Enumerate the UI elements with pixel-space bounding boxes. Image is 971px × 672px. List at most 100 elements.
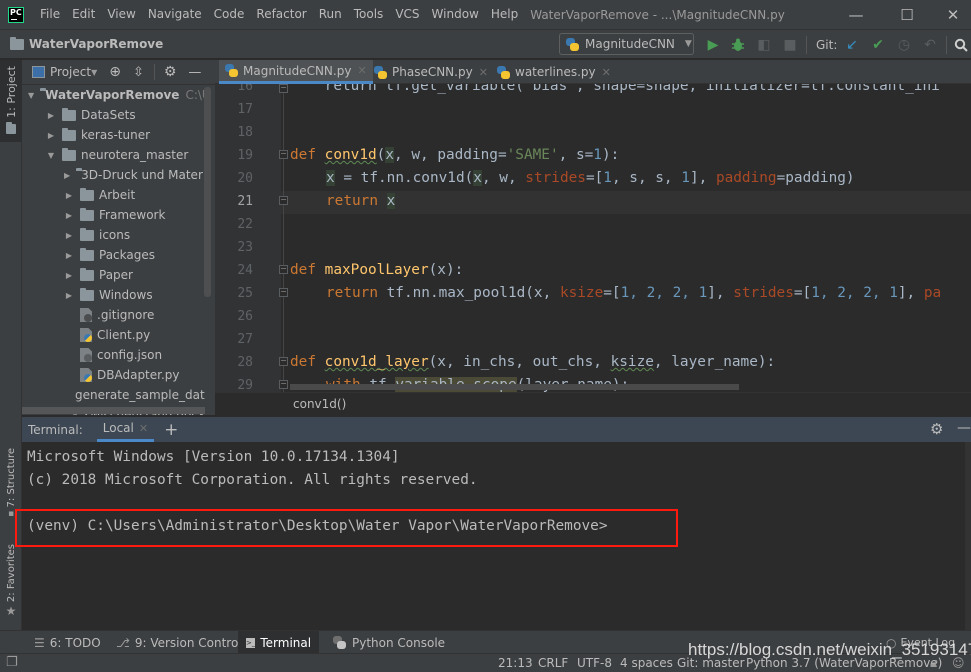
new-terminal-tab-button[interactable]: +	[164, 420, 178, 440]
header-divider	[153, 64, 155, 80]
menu-file[interactable]: File	[34, 0, 66, 29]
tree-item[interactable]: ▶ 3D-Druck und Materia	[22, 165, 205, 185]
python-file-icon	[80, 368, 92, 382]
close-tab-icon[interactable]: ✕	[139, 422, 148, 435]
stop-button[interactable]: ■	[780, 35, 800, 55]
code-editor[interactable]: 16 17 18 19 20 21 22 23 24 25 26 27 28 29 − − − − − −…	[215, 84, 971, 392]
tool-tab-todo[interactable]: ☰ 6: TODO	[26, 631, 109, 654]
tree-item[interactable]: ▶ Paper	[22, 265, 205, 285]
tree-item[interactable]: ▶ Windows	[22, 285, 205, 305]
close-tab-icon[interactable]: ✕	[479, 66, 488, 79]
menu-vcs[interactable]: VCS	[389, 0, 425, 29]
indent-setting[interactable]: 4 spaces	[620, 656, 673, 670]
tree-item[interactable]: ▼ WaterVaporRemove C:\Us	[22, 85, 205, 105]
collapse-arrow-icon[interactable]: ▶	[46, 111, 56, 120]
git-commit-button[interactable]: ✔	[868, 35, 888, 55]
fold-marker[interactable]: −	[279, 288, 288, 297]
collapse-arrow-icon[interactable]: ▶	[64, 231, 74, 240]
run-with-coverage-button[interactable]: ◧	[754, 35, 774, 55]
tree-vertical-scrollbar[interactable]	[204, 87, 211, 297]
toggle-tool-windows-icon[interactable]: ❐	[6, 655, 18, 670]
menu-refactor[interactable]: Refactor	[250, 0, 312, 29]
project-view-dropdown[interactable]: Project	[50, 65, 91, 79]
collapse-arrow-icon[interactable]: ▶	[64, 271, 74, 280]
close-tab-icon[interactable]: ✕	[357, 64, 366, 77]
code-text: =padding)	[776, 170, 855, 186]
git-rollback-button[interactable]: ↶	[920, 35, 940, 55]
tree-item[interactable]: ▼ neurotera_master	[22, 145, 205, 165]
tool-tab-project[interactable]: 1: Project	[0, 60, 22, 142]
line-separator[interactable]: CRLF	[538, 656, 568, 670]
fold-marker[interactable]: −	[279, 357, 288, 366]
tree-item[interactable]: DBAdapter.py	[22, 365, 205, 385]
fold-marker[interactable]: −	[279, 84, 288, 93]
fold-marker[interactable]: −	[279, 150, 288, 159]
tree-item[interactable]: ▶ Arbeit	[22, 185, 205, 205]
collapse-all-icon[interactable]: ⇳	[133, 65, 144, 80]
gear-icon[interactable]: ⚙	[164, 64, 177, 80]
run-button[interactable]: ▶	[703, 35, 723, 55]
tree-item[interactable]: ▶ icons	[22, 225, 205, 245]
tree-item[interactable]: generate_sample_data	[22, 385, 205, 405]
menu-edit[interactable]: Edit	[66, 0, 101, 29]
code-text: x	[385, 147, 394, 163]
close-button[interactable]: ✕	[930, 0, 971, 29]
menu-window[interactable]: Window	[426, 0, 485, 29]
tool-tab-version-control[interactable]: ⎇ 9: Version Control	[108, 631, 250, 654]
menu-view[interactable]: View	[101, 0, 141, 29]
fold-marker[interactable]: −	[279, 196, 288, 205]
locate-file-icon[interactable]: ⊕	[109, 64, 121, 80]
tree-horizontal-scrollbar[interactable]	[22, 407, 205, 414]
git-update-button[interactable]: ↙	[842, 35, 862, 55]
menu-code[interactable]: Code	[208, 0, 251, 29]
hide-panel-icon[interactable]: —	[957, 420, 971, 436]
collapse-arrow-icon[interactable]: ▶	[46, 131, 56, 140]
collapse-arrow-icon[interactable]: ▶	[64, 251, 74, 260]
tree-item[interactable]: Client.py	[22, 325, 205, 345]
menu-navigate[interactable]: Navigate	[142, 0, 208, 29]
editor-tab-phasecnn[interactable]: PhaseCNN.py ✕	[368, 60, 494, 84]
minimize-button[interactable]: —	[833, 0, 879, 29]
tree-item[interactable]: ▶ DataSets	[22, 105, 205, 125]
tree-item[interactable]: ▶ Framework	[22, 205, 205, 225]
git-history-button[interactable]: ◷	[894, 35, 914, 55]
debug-button[interactable]	[728, 35, 748, 55]
file-encoding[interactable]: UTF-8	[577, 656, 612, 670]
collapse-arrow-icon[interactable]: ▶	[64, 291, 74, 300]
terminal-scrollbar[interactable]	[965, 442, 971, 630]
tree-item[interactable]: .gitignore	[22, 305, 205, 325]
editor-tab-magnitudecnn[interactable]: MagnitudeCNN.py ✕	[219, 60, 373, 84]
editor-breadcrumb[interactable]: conv1d()	[215, 392, 971, 415]
gear-icon[interactable]: ⚙	[930, 420, 943, 438]
expand-arrow-icon[interactable]: ▼	[28, 91, 34, 100]
expand-arrow-icon[interactable]: ▼	[46, 151, 56, 160]
tool-tab-favorites[interactable]: 2: Favorites ★	[0, 544, 22, 618]
maximize-button[interactable]: ☐	[884, 0, 930, 29]
hide-panel-icon[interactable]: —	[188, 65, 201, 80]
nav-project-crumb[interactable]: WaterVaporRemove	[10, 36, 163, 51]
tree-item[interactable]: config.json	[22, 345, 205, 365]
terminal-tab-local[interactable]: Local ✕	[96, 417, 155, 442]
collapse-arrow-icon[interactable]: ▶	[64, 171, 70, 180]
line-number: 24	[237, 263, 253, 278]
run-configuration-dropdown[interactable]: MagnitudeCNN ▼	[559, 33, 694, 55]
tool-tab-terminal[interactable]: >_ Terminal	[238, 631, 319, 654]
collapse-arrow-icon[interactable]: ▶	[64, 211, 74, 220]
close-tab-icon[interactable]: ✕	[602, 66, 611, 79]
project-tree: ▼ WaterVaporRemove C:\Us ▶ DataSets ▶ keras-tu…	[22, 85, 205, 415]
collapse-arrow-icon[interactable]: ▶	[64, 191, 74, 200]
editor-horizontal-scrollbar[interactable]	[290, 384, 739, 390]
tree-item[interactable]: ▶ Packages	[22, 245, 205, 265]
menu-tools[interactable]: Tools	[348, 0, 390, 29]
search-everywhere-button[interactable]	[951, 35, 971, 55]
menu-help[interactable]: Help	[485, 0, 524, 29]
breadcrumb-function[interactable]: conv1d()	[293, 397, 346, 411]
fold-marker[interactable]: −	[279, 380, 288, 389]
editor-tab-waterlines[interactable]: waterlines.py ✕	[491, 60, 617, 84]
tree-item[interactable]: ▶ keras-tuner	[22, 125, 205, 145]
tool-tab-python-console[interactable]: Python Console	[325, 631, 453, 654]
tool-tab-label: 9: Version Control	[134, 635, 242, 650]
menu-run[interactable]: Run	[313, 0, 348, 29]
fold-marker[interactable]: −	[279, 265, 288, 274]
caret-position[interactable]: 21:13	[498, 656, 533, 670]
